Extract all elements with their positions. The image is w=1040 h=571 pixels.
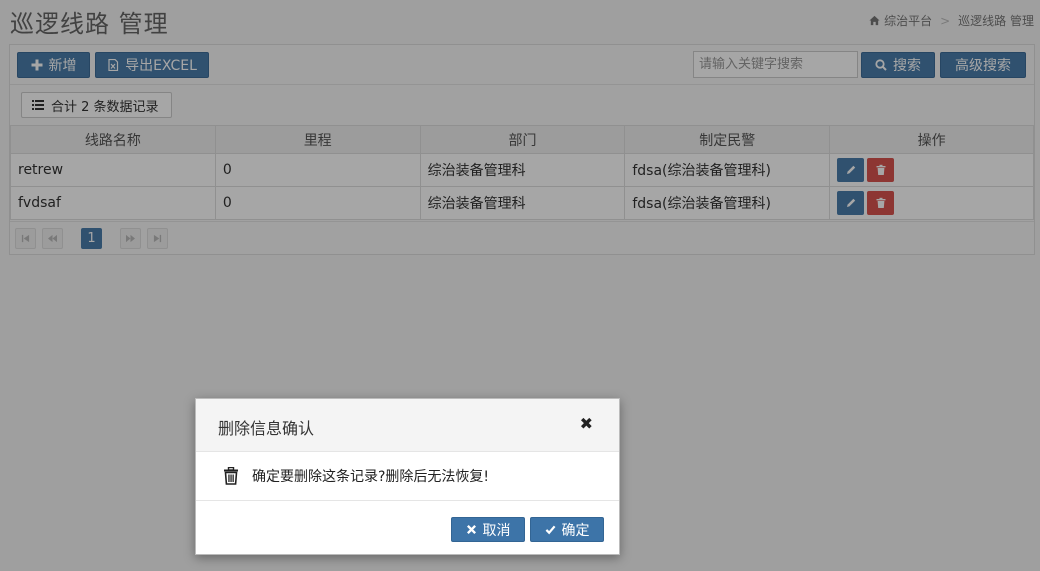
close-icon[interactable]: ✖ bbox=[580, 414, 593, 433]
cancel-button-label: 取消 bbox=[482, 522, 511, 539]
check-icon bbox=[545, 525, 555, 535]
dialog-message: 确定要删除这条记录?删除后无法恢复! bbox=[252, 469, 490, 485]
delete-confirm-dialog: 删除信息确认 ✖ 确定要删除这条记录?删除后无法恢复! 取消 确定 bbox=[195, 398, 620, 555]
cancel-button[interactable]: 取消 bbox=[451, 517, 525, 542]
confirm-button-label: 确定 bbox=[561, 522, 590, 539]
dialog-footer: 取消 确定 bbox=[196, 501, 619, 555]
confirm-button[interactable]: 确定 bbox=[530, 517, 604, 542]
times-icon bbox=[466, 524, 476, 535]
dialog-header: 删除信息确认 ✖ bbox=[196, 399, 619, 452]
dialog-title: 删除信息确认 bbox=[218, 419, 315, 438]
trash-icon bbox=[224, 467, 238, 485]
dialog-body: 确定要删除这条记录?删除后无法恢复! bbox=[196, 452, 619, 501]
